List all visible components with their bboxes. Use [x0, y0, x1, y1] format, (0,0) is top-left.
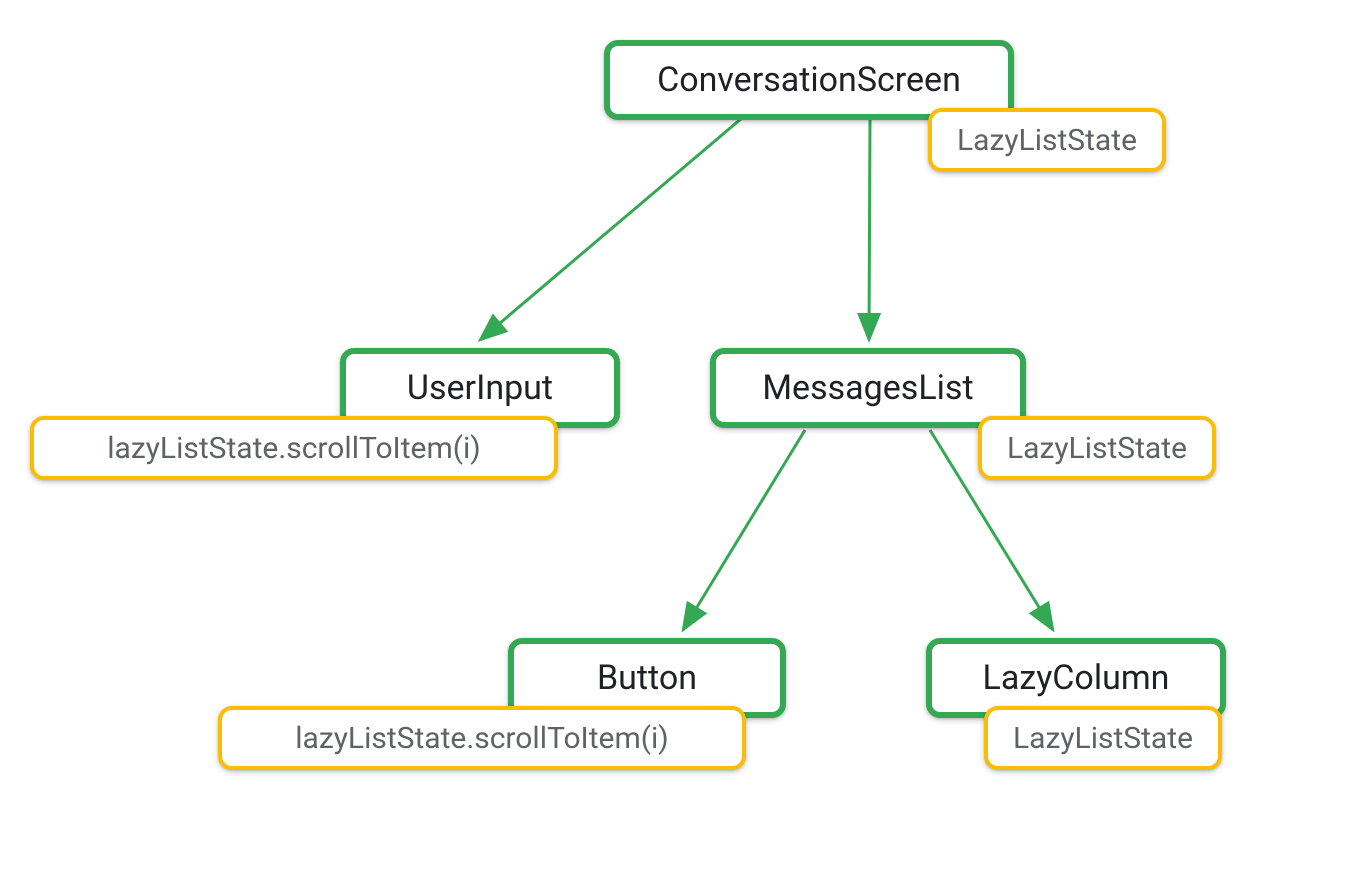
node-messages-list: MessagesList [710, 348, 1026, 428]
badge-lazy-column: LazyListState [984, 706, 1222, 770]
diagram-stage: ConversationScreen LazyListState UserInp… [0, 0, 1348, 880]
badge-conversation-screen: LazyListState [928, 108, 1166, 172]
badge-user-input: lazyListState.scrollToItem(i) [30, 416, 558, 480]
badge-button: lazyListState.scrollToItem(i) [218, 706, 746, 770]
badge-messages-list: LazyListState [978, 416, 1216, 480]
